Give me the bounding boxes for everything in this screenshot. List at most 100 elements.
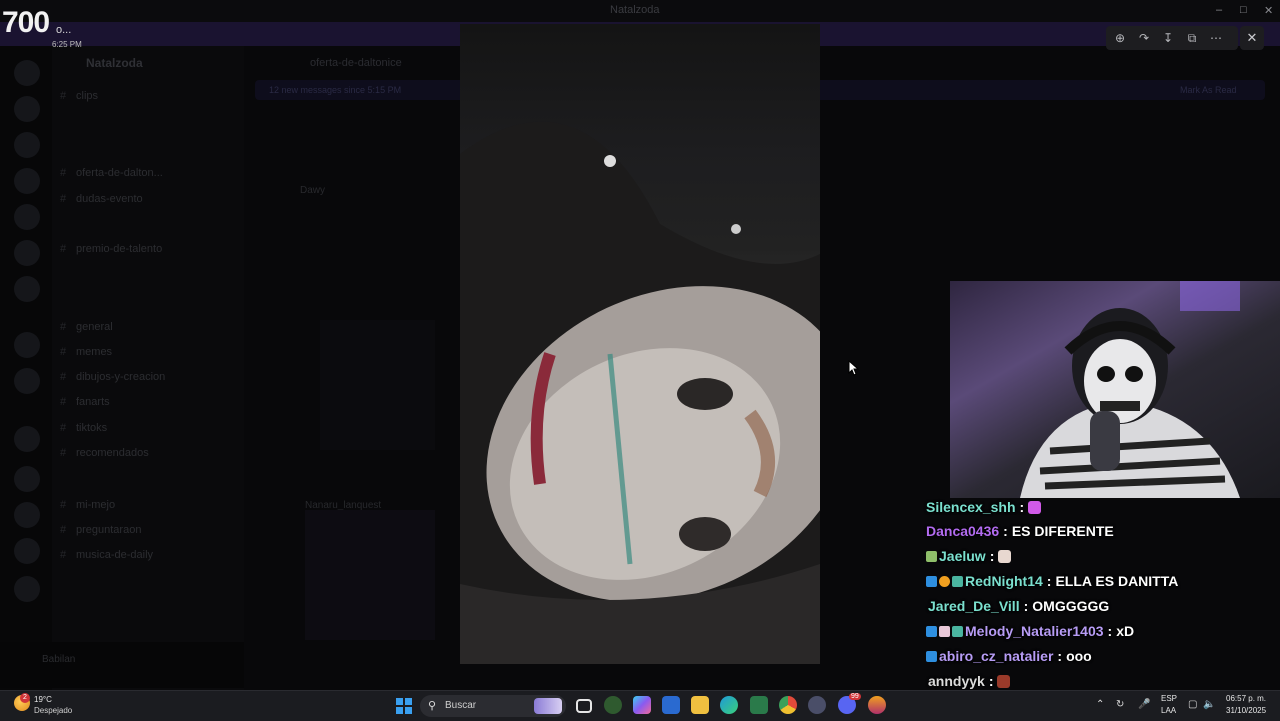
- notification-time: 6:25 PM: [52, 40, 82, 49]
- chat-username[interactable]: Jared_De_Vill: [928, 598, 1020, 614]
- chat-text: ES DIFERENTE: [1011, 523, 1114, 539]
- chat-username[interactable]: Danca0436: [926, 523, 999, 539]
- chat-text: ooo: [1066, 648, 1092, 664]
- more-icon[interactable]: ⋯: [1207, 30, 1225, 46]
- channel-item[interactable]: # oferta-de-dalton...: [60, 167, 163, 179]
- chat-message: Jaeluw:: [926, 545, 1012, 567]
- server-icon[interactable]: [14, 132, 40, 158]
- zoom-in-icon[interactable]: ⊕: [1111, 30, 1129, 46]
- file-explorer-icon[interactable]: [691, 696, 709, 714]
- forward-icon[interactable]: ↷: [1135, 30, 1153, 46]
- server-icon[interactable]: [14, 426, 40, 452]
- channel-item[interactable]: # general: [60, 321, 113, 333]
- chat-username[interactable]: RedNight14: [965, 573, 1043, 589]
- user-panel: Babilan: [0, 642, 244, 688]
- edge-icon[interactable]: [720, 696, 738, 714]
- channel-item[interactable]: # mi-mejo: [60, 499, 115, 511]
- chat-username[interactable]: Jaeluw: [939, 548, 986, 564]
- chat-message: RedNight14: ELLA ES DANITTA: [926, 570, 1178, 592]
- open-external-icon[interactable]: ⧉: [1183, 30, 1201, 46]
- channel-item[interactable]: # memes: [60, 346, 112, 358]
- weather-condition[interactable]: Despejado: [34, 706, 72, 715]
- weather-temp[interactable]: 19°C: [34, 695, 52, 704]
- notification-count: 700: [2, 6, 50, 39]
- notification-text: o...: [56, 24, 72, 36]
- search-highlight-icon: [534, 698, 562, 714]
- channel-item[interactable]: # tiktoks: [60, 422, 107, 434]
- emote-icon: [997, 674, 1011, 688]
- channel-item[interactable]: # clips: [60, 90, 98, 102]
- server-icon[interactable]: [14, 332, 40, 358]
- windows-start-icon[interactable]: [396, 698, 412, 714]
- input-language[interactable]: ESP: [1161, 694, 1177, 703]
- badge-icon: [926, 625, 937, 637]
- volume-icon[interactable]: 🔈: [1203, 699, 1215, 710]
- chrome-icon[interactable]: [779, 696, 797, 714]
- add-server-icon[interactable]: [14, 538, 40, 564]
- channel-item[interactable]: # fanarts: [60, 396, 110, 408]
- clock-time[interactable]: 06:57 p. m.: [1226, 694, 1266, 703]
- app-icon[interactable]: [868, 696, 886, 714]
- weather-badge: 2: [20, 693, 30, 703]
- server-icon[interactable]: [14, 368, 40, 394]
- excel-icon[interactable]: [750, 696, 768, 714]
- copilot-icon[interactable]: [633, 696, 651, 714]
- embedded-image[interactable]: [320, 320, 435, 450]
- steam-icon[interactable]: [808, 696, 826, 714]
- display-icon[interactable]: ▢: [1188, 699, 1197, 710]
- new-messages-text: 12 new messages since 5:15 PM: [269, 85, 402, 95]
- input-layout[interactable]: LAA: [1161, 706, 1176, 715]
- channel-item[interactable]: # dudas-evento: [60, 193, 143, 205]
- channel-item[interactable]: # dibujos-y-creacion: [60, 371, 165, 383]
- server-icon[interactable]: [14, 60, 40, 86]
- feather-emote-icon: [1028, 500, 1042, 514]
- server-icon[interactable]: [14, 168, 40, 194]
- server-icon[interactable]: [14, 240, 40, 266]
- channel-item[interactable]: # premio-de-talento: [60, 243, 162, 255]
- badge-icon: [926, 550, 937, 562]
- server-icon[interactable]: [14, 276, 40, 302]
- chevron-up-icon[interactable]: ⌃: [1096, 699, 1104, 710]
- server-icon[interactable]: [14, 466, 40, 492]
- cat-emote-icon: [998, 549, 1012, 563]
- badge-icon: [939, 575, 950, 587]
- microphone-icon[interactable]: 🎤: [1138, 699, 1150, 710]
- app-title: Natalzoda: [610, 4, 660, 16]
- task-view-icon[interactable]: [576, 699, 592, 713]
- chat-username[interactable]: abiro_cz_natalier: [939, 648, 1053, 664]
- streamer-image: [1020, 281, 1240, 498]
- badge-icon: [952, 625, 963, 637]
- mark-read-button[interactable]: Mark As Read: [1180, 85, 1237, 95]
- viewer-image[interactable]: [460, 24, 820, 664]
- attachment-image[interactable]: [305, 510, 435, 640]
- download-icon[interactable]: ↧: [1159, 30, 1177, 46]
- chat-username[interactable]: Silencex_shh: [926, 499, 1016, 515]
- discord-badge: 99: [849, 693, 861, 700]
- server-name[interactable]: Natalzoda: [86, 56, 143, 70]
- widgets-icon[interactable]: [604, 696, 622, 714]
- chat-username[interactable]: anndyyk: [928, 673, 985, 689]
- taskbar-search[interactable]: ⚲ Buscar: [420, 695, 566, 717]
- mouse-cursor-icon: [848, 360, 860, 376]
- channel-item[interactable]: # recomendados: [60, 447, 149, 459]
- sync-icon[interactable]: ↻: [1116, 699, 1124, 710]
- explore-icon[interactable]: [14, 576, 40, 602]
- maximize-button[interactable]: □: [1240, 4, 1247, 16]
- chat-text: xD: [1116, 623, 1135, 639]
- channel-sidebar: Natalzoda: [52, 46, 244, 690]
- server-icon[interactable]: [14, 502, 40, 528]
- channel-item[interactable]: # preguntaraon: [60, 524, 141, 536]
- chat-username[interactable]: Melody_Natalier1403: [965, 623, 1104, 639]
- clock-date[interactable]: 31/10/2025: [1226, 706, 1266, 715]
- server-icon[interactable]: [14, 96, 40, 122]
- close-window-button[interactable]: ✕: [1264, 4, 1273, 17]
- channel-item[interactable]: # musica-de-daily: [60, 549, 153, 561]
- close-viewer-button[interactable]: ✕: [1240, 26, 1264, 50]
- server-icon[interactable]: [14, 204, 40, 230]
- badge-icon: [952, 575, 963, 587]
- webcam-feed: [950, 281, 1280, 498]
- user-name: Babilan: [42, 654, 76, 665]
- title-bar: Natalzoda – □ ✕: [0, 0, 1280, 22]
- minimize-button[interactable]: –: [1216, 4, 1222, 16]
- store-icon[interactable]: [662, 696, 680, 714]
